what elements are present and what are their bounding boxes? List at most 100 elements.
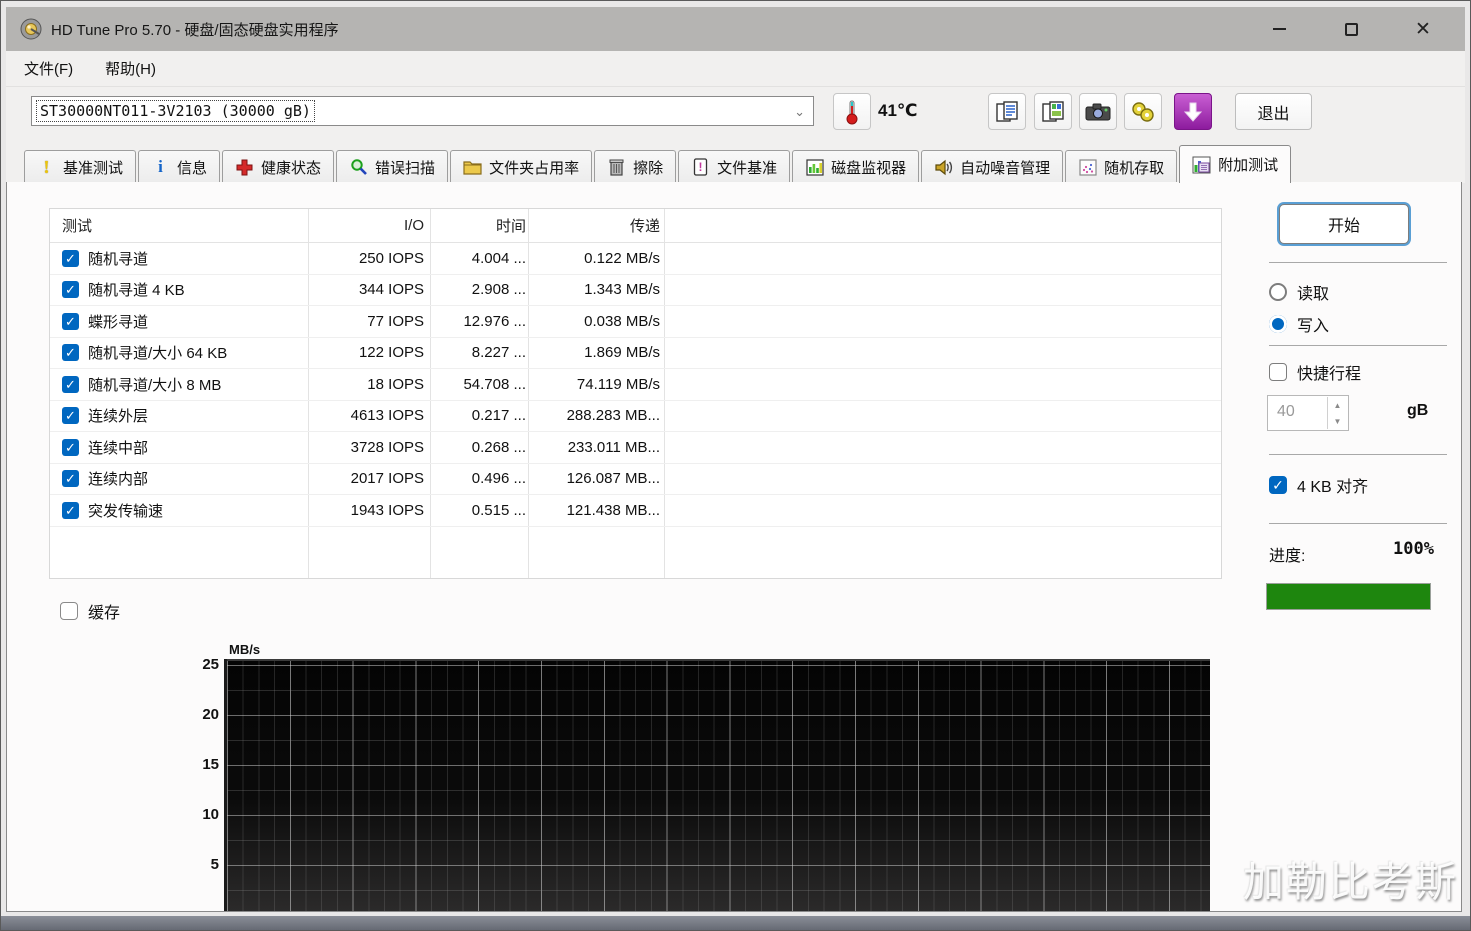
- tab-health[interactable]: 健康状态: [222, 150, 335, 183]
- toolbar: ST30000NT011-3V2103 (30000 gB) ⌄ 41℃ 退出: [6, 87, 1465, 139]
- table-row[interactable]: ✓ 突发传输速 1943 IOPS 0.515 ... 121.438 MB...: [50, 495, 1221, 527]
- table-row[interactable]: ✓ 连续外层 4613 IOPS 0.217 ... 288.283 MB...: [50, 401, 1221, 432]
- time-value: 4.004 ...: [471, 249, 526, 267]
- transfer-value: 1.343 MB/s: [584, 281, 660, 299]
- table-row[interactable]: ✓ 连续中部 3728 IOPS 0.268 ... 233.011 MB...: [50, 432, 1221, 464]
- transfer-value: 121.438 MB...: [566, 501, 660, 519]
- tab-random-access[interactable]: 随机存取: [1065, 150, 1178, 183]
- start-button[interactable]: 开始: [1279, 204, 1409, 244]
- row-checkbox[interactable]: ✓: [62, 438, 79, 456]
- divider: [1269, 345, 1447, 346]
- transfer-value: 126.087 MB...: [566, 470, 660, 488]
- transfer-value: 0.038 MB/s: [584, 312, 660, 330]
- menu-help[interactable]: 帮助(H): [91, 52, 170, 85]
- test-name: 连续中部: [88, 439, 149, 457]
- info-icon: i: [158, 157, 163, 176]
- save-results-button[interactable]: [1174, 93, 1212, 130]
- window-bottom-edge: [1, 916, 1470, 930]
- maximize-icon: [1344, 22, 1358, 36]
- table-row[interactable]: ✓ 连续内部 2017 IOPS 0.496 ... 126.087 MB...: [50, 464, 1221, 495]
- close-button[interactable]: ✕: [1387, 7, 1459, 51]
- copy-text-icon: [996, 100, 1018, 122]
- maximize-button[interactable]: [1315, 7, 1387, 51]
- row-checkbox[interactable]: ✓: [62, 375, 79, 393]
- temperature-button[interactable]: [833, 93, 871, 130]
- table-row[interactable]: ✓ 随机寻道 250 IOPS 4.004 ... 0.122 MB/s: [50, 243, 1221, 275]
- short-stroke-checkbox[interactable]: [1269, 363, 1287, 381]
- io-value: 344 IOPS: [358, 281, 424, 299]
- tab-noise-management[interactable]: 自动噪音管理: [921, 150, 1064, 183]
- results-table: 测试 I/O 时间 传递 ✓ 随机寻道 250 IOPS 4.004 ... 0.…: [49, 208, 1222, 579]
- tab-erase[interactable]: 擦除: [594, 150, 677, 183]
- tab-extra-tests[interactable]: 附加测试: [1179, 145, 1292, 183]
- short-stroke-option[interactable]: 快捷行程: [1269, 360, 1361, 384]
- cache-label: 缓存: [88, 605, 121, 622]
- ytick-25: 25: [202, 656, 219, 673]
- copy-image-button[interactable]: [1034, 93, 1072, 130]
- io-value: 77 IOPS: [367, 312, 424, 330]
- tab-benchmark[interactable]: ! 基准测试: [24, 150, 137, 183]
- tab-info[interactable]: i 信息: [138, 150, 221, 183]
- menu-file[interactable]: 文件(F): [10, 52, 87, 85]
- row-checkbox[interactable]: ✓: [62, 249, 79, 267]
- drive-select-dropdown[interactable]: ST30000NT011-3V2103 (30000 gB) ⌄: [31, 96, 814, 126]
- hd-tune-app-icon: [20, 18, 42, 40]
- cache-checkbox[interactable]: [60, 602, 78, 620]
- table-row[interactable]: ✓ 随机寻道/大小 64 KB 122 IOPS 8.227 ... 1.869 …: [50, 338, 1221, 369]
- header-test[interactable]: 测试: [62, 209, 92, 242]
- row-checkbox[interactable]: ✓: [62, 344, 79, 362]
- read-radio[interactable]: [1269, 283, 1287, 301]
- tab-folder-usage[interactable]: 文件夹占用率: [450, 150, 593, 183]
- svg-text:!: !: [699, 160, 703, 174]
- transfer-value: 0.122 MB/s: [584, 249, 660, 267]
- tab-file-benchmark[interactable]: ! 文件基准: [678, 150, 791, 183]
- header-time[interactable]: 时间: [434, 209, 526, 242]
- stepper-down-icon[interactable]: ▼: [1328, 413, 1347, 429]
- io-value: 1943 IOPS: [350, 501, 424, 519]
- read-mode-option[interactable]: 读取: [1269, 280, 1329, 304]
- capacity-stepper[interactable]: 40 ▲ ▼: [1267, 395, 1349, 431]
- row-checkbox[interactable]: ✓: [62, 312, 79, 330]
- app-window: HD Tune Pro 5.70 - 硬盘/固态硬盘实用程序 ✕ 文件(F) 帮…: [0, 0, 1471, 931]
- ytick-10: 10: [202, 806, 219, 823]
- screenshot-button[interactable]: [1079, 93, 1117, 130]
- extra-tests-panel: 测试 I/O 时间 传递 ✓ 随机寻道 250 IOPS 4.004 ... 0.…: [6, 182, 1462, 912]
- progress-bar: [1266, 583, 1431, 610]
- header-transfer[interactable]: 传递: [532, 209, 660, 242]
- header-io[interactable]: I/O: [312, 209, 424, 242]
- align-option[interactable]: ✓ 4 KB 对齐: [1269, 473, 1368, 497]
- row-checkbox[interactable]: ✓: [62, 501, 79, 519]
- test-name: 随机寻道: [88, 250, 149, 268]
- row-checkbox[interactable]: ✓: [62, 407, 79, 425]
- minimize-icon: [1272, 28, 1286, 30]
- ytick-5: 5: [210, 856, 219, 873]
- options-button[interactable]: [1124, 93, 1162, 130]
- test-name: 连续内部: [88, 471, 149, 489]
- stepper-up-icon[interactable]: ▲: [1328, 397, 1347, 413]
- io-value: 250 IOPS: [358, 249, 424, 267]
- divider: [1269, 523, 1447, 524]
- write-mode-option[interactable]: 写入: [1269, 312, 1329, 336]
- row-checkbox[interactable]: ✓: [62, 470, 79, 488]
- test-name: 突发传输速: [88, 502, 164, 520]
- write-radio[interactable]: [1269, 315, 1287, 333]
- progress-label: 进度:: [1269, 548, 1306, 565]
- cache-option[interactable]: 缓存: [60, 599, 120, 623]
- benchmark-chart-plot: [227, 659, 1210, 911]
- exit-button[interactable]: 退出: [1235, 93, 1312, 130]
- tab-disk-monitor[interactable]: 磁盘监视器: [792, 150, 920, 183]
- temperature-value: 41℃: [878, 101, 918, 120]
- align-checkbox[interactable]: ✓: [1269, 476, 1287, 494]
- minimize-button[interactable]: [1243, 7, 1315, 51]
- error-scan-icon: [349, 158, 368, 177]
- table-row[interactable]: ✓ 随机寻道/大小 8 MB 18 IOPS 54.708 ... 74.119 …: [50, 369, 1221, 401]
- tab-error-scan[interactable]: 错误扫描: [336, 150, 449, 183]
- table-row[interactable]: ✓ 随机寻道 4 KB 344 IOPS 2.908 ... 1.343 MB/s: [50, 275, 1221, 306]
- time-value: 54.708 ...: [463, 375, 526, 393]
- io-value: 122 IOPS: [358, 344, 424, 362]
- copy-text-button[interactable]: [988, 93, 1026, 130]
- row-checkbox[interactable]: ✓: [62, 281, 79, 299]
- table-row[interactable]: ✓ 蝶形寻道 77 IOPS 12.976 ... 0.038 MB/s: [50, 306, 1221, 338]
- time-value: 0.268 ...: [471, 438, 526, 456]
- test-name: 蝶形寻道: [88, 313, 149, 331]
